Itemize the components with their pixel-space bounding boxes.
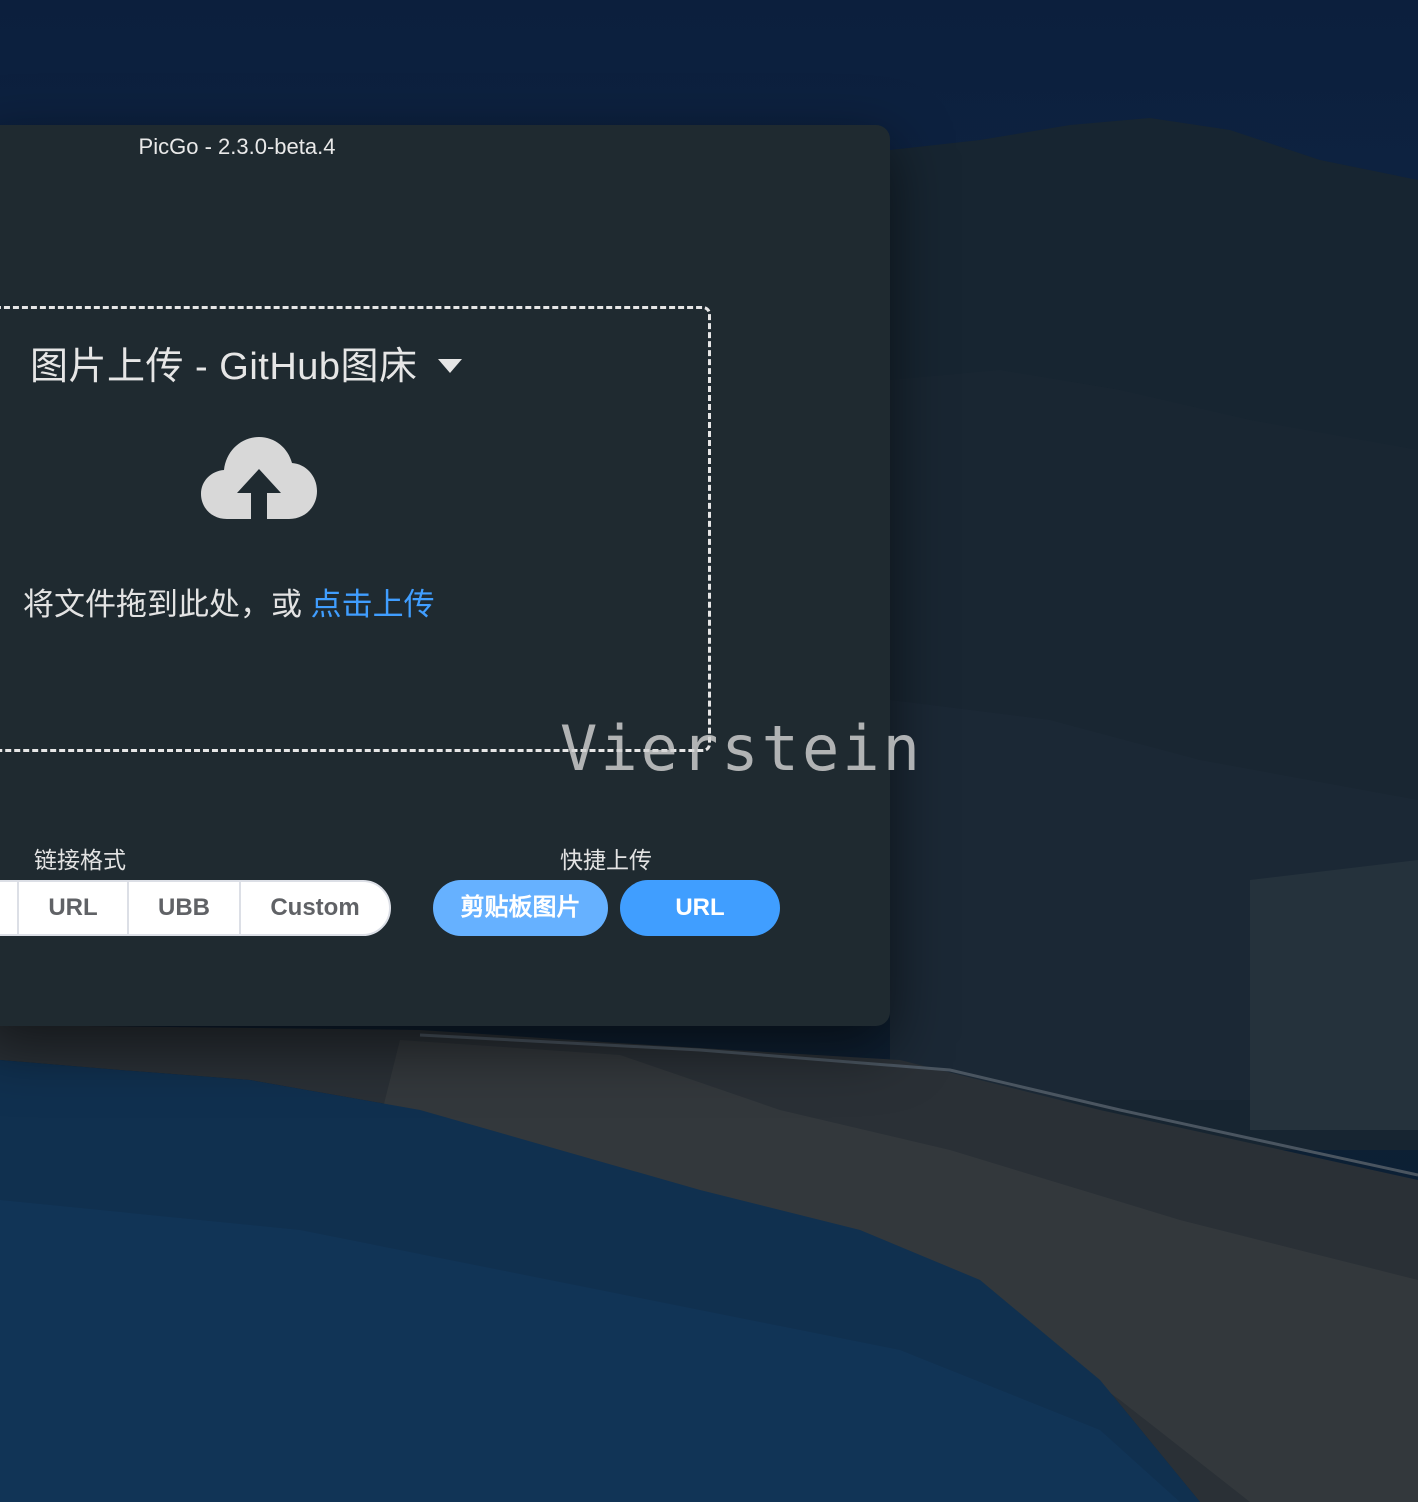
link-format-group: IL URL UBB Custom [0,880,391,936]
drop-hint-text: 将文件拖到此处，或 [23,587,311,622]
cloud-upload-icon [201,437,317,521]
format-option-ubb[interactable]: UBB [129,882,241,934]
quick-upload-label: 快捷上传 [560,847,652,873]
url-upload-button[interactable]: URL [620,880,780,936]
link-format-label: 链接格式 [34,847,126,873]
clipboard-upload-button[interactable]: 剪贴板图片 [433,880,608,936]
format-option-html[interactable]: IL [0,882,19,934]
watermark-text: Vierstein [560,712,923,785]
picgo-window: PicGo - 2.3.0-beta.4 图片上传 - GitHub图床 将文件… [0,125,890,1026]
window-title: PicGo - 2.3.0-beta.4 [138,134,336,159]
drop-hint: 将文件拖到此处，或 点击上传 [23,579,435,624]
click-upload-link[interactable]: 点击上传 [311,587,435,622]
format-option-custom[interactable]: Custom [241,882,389,934]
drop-zone[interactable]: 将文件拖到此处，或 点击上传 [0,306,711,752]
format-option-url[interactable]: URL [19,882,129,934]
